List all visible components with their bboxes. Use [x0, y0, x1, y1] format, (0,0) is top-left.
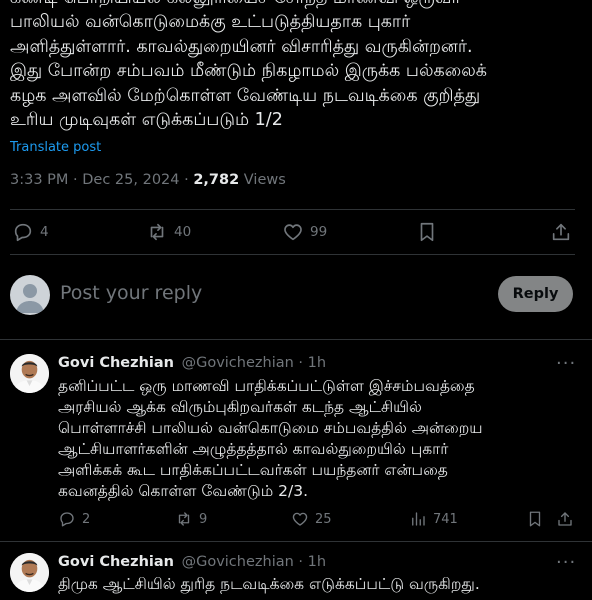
reply-tweet[interactable]: Govi Chezhian @Govichezhian · 1h ··· தனி…	[0, 340, 592, 545]
divider-actions	[10, 254, 575, 255]
more-options-icon[interactable]: ···	[556, 552, 576, 573]
tweet-header: Govi Chezhian @Govichezhian · 1h	[58, 554, 326, 570]
share-action[interactable]	[556, 510, 574, 528]
heart-icon	[284, 224, 302, 241]
tweet-text: தனிப்பட்ட ஒரு மாணவி பாதிக்கப்பட்டுள்ள இச…	[58, 377, 483, 500]
repost-action[interactable]: 40	[146, 221, 191, 243]
tweet-header: Govi Chezhian @Govichezhian · 1h	[58, 355, 326, 371]
reply-tweet[interactable]: Govi Chezhian @Govichezhian · 1h ··· திம…	[0, 542, 592, 600]
main-tweet-actions: 4 40 99	[0, 210, 592, 254]
share-icon	[558, 512, 572, 526]
reply-count: 2	[82, 511, 91, 527]
like-action[interactable]: 99	[282, 221, 327, 243]
author-name[interactable]: Govi Chezhian	[58, 554, 174, 570]
analytics-icon	[412, 512, 425, 526]
reply-icon	[14, 223, 32, 242]
reply-icon	[60, 512, 74, 527]
share-action[interactable]	[550, 221, 572, 243]
bookmark-icon	[529, 511, 541, 527]
views-count: 2,782	[193, 172, 240, 188]
reply-input[interactable]: Post your reply	[60, 282, 202, 304]
profile-photo-icon	[10, 553, 49, 592]
reply-composer: Post your reply Reply	[0, 270, 592, 322]
avatar[interactable]	[10, 553, 49, 592]
translate-post-link[interactable]: Translate post	[10, 140, 101, 155]
author-handle[interactable]: @Govichezhian · 1h	[182, 355, 326, 371]
heart-icon	[292, 512, 308, 526]
reply-action[interactable]: 4	[12, 221, 49, 243]
reply-action[interactable]: 2	[58, 510, 90, 528]
repost-count: 40	[174, 224, 192, 240]
default-avatar-icon	[16, 284, 44, 313]
author-name[interactable]: Govi Chezhian	[58, 355, 174, 371]
like-count: 99	[310, 224, 328, 240]
bookmark-action[interactable]	[526, 510, 544, 528]
views-action[interactable]: 741	[409, 510, 458, 528]
author-handle[interactable]: @Govichezhian · 1h	[182, 554, 326, 570]
repost-count: 9	[199, 511, 208, 527]
bookmark-icon	[420, 222, 434, 242]
avatar[interactable]	[10, 354, 49, 393]
repost-action[interactable]: 9	[175, 510, 207, 528]
more-options-icon[interactable]: ···	[556, 353, 576, 374]
bookmark-action[interactable]	[416, 221, 438, 243]
profile-photo-icon	[10, 354, 49, 393]
reply-button[interactable]: Reply	[498, 276, 573, 312]
reply-count: 4	[40, 224, 49, 240]
like-count: 25	[315, 511, 332, 527]
main-tweet-text: கண்டி பொறியியல் கல்லூரியைச் சேர்ந்த மாணவ…	[10, 0, 487, 131]
repost-icon	[150, 223, 164, 241]
views-count: 741	[433, 511, 458, 527]
repost-icon	[178, 512, 190, 526]
like-action[interactable]: 25	[291, 510, 332, 528]
views-label: Views	[239, 172, 286, 188]
tweet-meta: 3:33 PM · Dec 25, 2024 · 2,782 Views	[10, 172, 286, 188]
tweet-text: திமுக ஆட்சியில் துரித நடவடிக்கை எடுக்கப்…	[58, 575, 480, 593]
share-icon	[552, 223, 570, 241]
user-avatar	[10, 275, 50, 315]
tweet-timestamp[interactable]: 3:33 PM · Dec 25, 2024 ·	[10, 172, 193, 188]
